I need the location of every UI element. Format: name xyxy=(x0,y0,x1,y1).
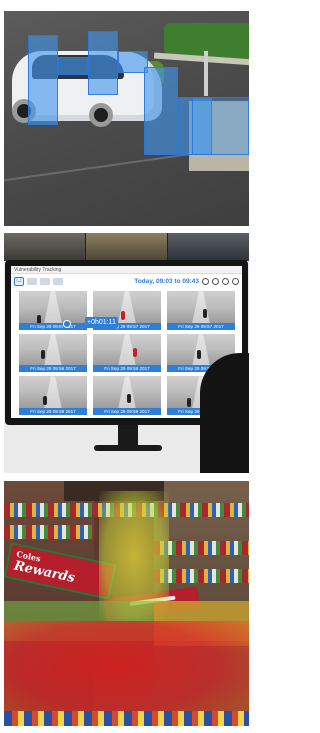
camera-tile[interactable]: Fri Sep 29 09:58 2017 xyxy=(93,333,161,373)
monitor-base xyxy=(94,445,162,451)
promo-sign-text-graphic xyxy=(129,595,176,607)
monitor-stand xyxy=(118,425,138,447)
tile-timestamp: Fri Sep 29 09:57 2017 xyxy=(167,322,235,330)
window-titlebar: Vulnerability Tracking xyxy=(11,266,242,274)
zoom-in-icon[interactable] xyxy=(212,277,219,285)
motion-block xyxy=(144,67,178,155)
track-marker[interactable] xyxy=(63,320,71,328)
layout-button[interactable]: ☐ xyxy=(14,276,24,286)
motion-block xyxy=(58,57,88,75)
person-figure xyxy=(127,394,131,404)
bollard xyxy=(204,51,208,96)
car-wheel-rear xyxy=(89,103,113,127)
tile-timestamp: Fri Sep 29 09:58 2017 xyxy=(93,365,161,373)
search-icon[interactable] xyxy=(202,277,209,285)
camera-thumbnail[interactable] xyxy=(168,233,249,261)
shelf-products xyxy=(154,541,249,555)
track-time-offset: +0h01:11 xyxy=(85,317,118,328)
tile-timestamp: Fri Sep 29 09:59 2017 xyxy=(19,408,87,415)
ceiling xyxy=(64,481,164,501)
tile-timestamp: Fri Sep 29 09:58 2017 xyxy=(19,365,87,373)
person-figure xyxy=(197,349,201,359)
camera-tile[interactable]: Fri Sep 29 09:59 2017 xyxy=(19,376,87,415)
tile-timestamp: Fri Sep 29 09:59 2017 xyxy=(93,408,161,415)
operator-silhouette xyxy=(200,353,249,473)
toolbar-tab[interactable] xyxy=(27,277,37,285)
bottom-shelf-products xyxy=(4,711,249,726)
camera-thumbnail[interactable] xyxy=(4,233,85,261)
shelf-products xyxy=(4,503,249,517)
settings-icon[interactable] xyxy=(232,277,239,285)
person-figure xyxy=(187,398,191,408)
motion-block xyxy=(88,31,118,95)
person-figure xyxy=(133,347,137,357)
person-figure xyxy=(203,309,207,318)
person-figure xyxy=(41,349,45,359)
camera-tile[interactable]: Fri Sep 29 09:57 2017 xyxy=(167,291,235,330)
toolbar: ☐ Today, 09:03 to 09:43 xyxy=(11,274,242,288)
date-range-label: Today, 09:03 to 09:43 xyxy=(134,277,199,285)
shelf-products xyxy=(4,525,94,539)
motion-block xyxy=(192,97,249,155)
toolbar-tab[interactable] xyxy=(40,277,50,285)
vms-monitor-photo: Vulnerability Tracking ☐ Today, 09:03 to… xyxy=(4,233,249,473)
person-figure xyxy=(43,396,47,406)
motion-block xyxy=(28,35,58,125)
toolbar-tab[interactable] xyxy=(53,277,63,285)
camera-thumbnail-strip xyxy=(4,233,249,261)
person-figure xyxy=(121,311,125,320)
zoom-out-icon[interactable] xyxy=(222,277,229,285)
motion-detection-camera-view xyxy=(4,11,249,226)
store-heatmap-view: Coles Rewards xyxy=(4,481,249,726)
camera-thumbnail[interactable] xyxy=(86,233,167,261)
camera-tile[interactable]: Fri Sep 29 09:59 2017 xyxy=(93,376,161,415)
shelf-products xyxy=(154,569,249,583)
left-shelves xyxy=(4,481,94,726)
camera-tile[interactable]: Fri Sep 29 09:58 2017 xyxy=(19,333,87,373)
